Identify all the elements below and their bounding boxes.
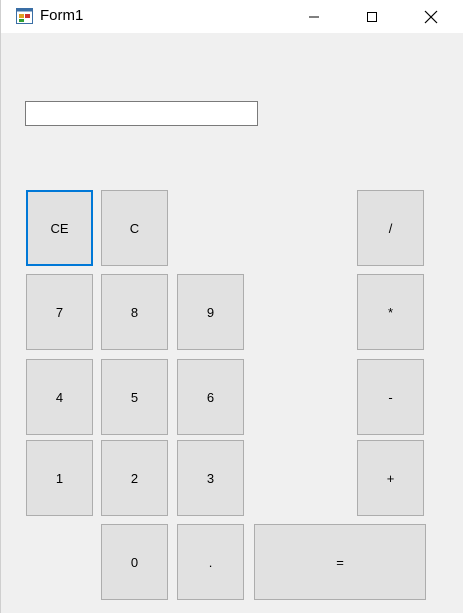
minimize-icon [309,16,319,17]
maximize-button[interactable] [349,0,395,33]
digit-7-button[interactable]: 7 [26,274,93,350]
divide-button[interactable]: / [357,190,424,266]
digit-2-button[interactable]: 2 [101,440,168,516]
digit-0-button[interactable]: 0 [101,524,168,600]
maximize-icon [367,11,377,22]
digit-4-button[interactable]: 4 [26,359,93,435]
digit-3-button[interactable]: 3 [177,440,244,516]
decimal-point-button[interactable]: . [177,524,244,600]
window-title: Form1 [40,7,84,24]
add-button[interactable]: + [357,440,424,516]
digit-8-button[interactable]: 8 [101,274,168,350]
subtract-button[interactable]: - [357,359,424,435]
equals-button[interactable]: = [254,524,426,600]
close-icon [424,10,438,23]
minimize-button[interactable] [291,0,337,33]
app-icon [16,8,33,24]
multiply-button[interactable]: * [357,274,424,350]
title-bar[interactable]: Form1 [1,0,463,33]
digit-5-button[interactable]: 5 [101,359,168,435]
display-textbox[interactable] [25,101,258,126]
digit-9-button[interactable]: 9 [177,274,244,350]
close-button[interactable] [408,0,454,33]
clear-entry-button[interactable]: CE [26,190,93,266]
digit-1-button[interactable]: 1 [26,440,93,516]
digit-6-button[interactable]: 6 [177,359,244,435]
clear-button[interactable]: C [101,190,168,266]
calculator-window: Form1 CE C / 7 8 9 * 4 5 6 - 1 2 3 + 0 .… [0,0,463,613]
